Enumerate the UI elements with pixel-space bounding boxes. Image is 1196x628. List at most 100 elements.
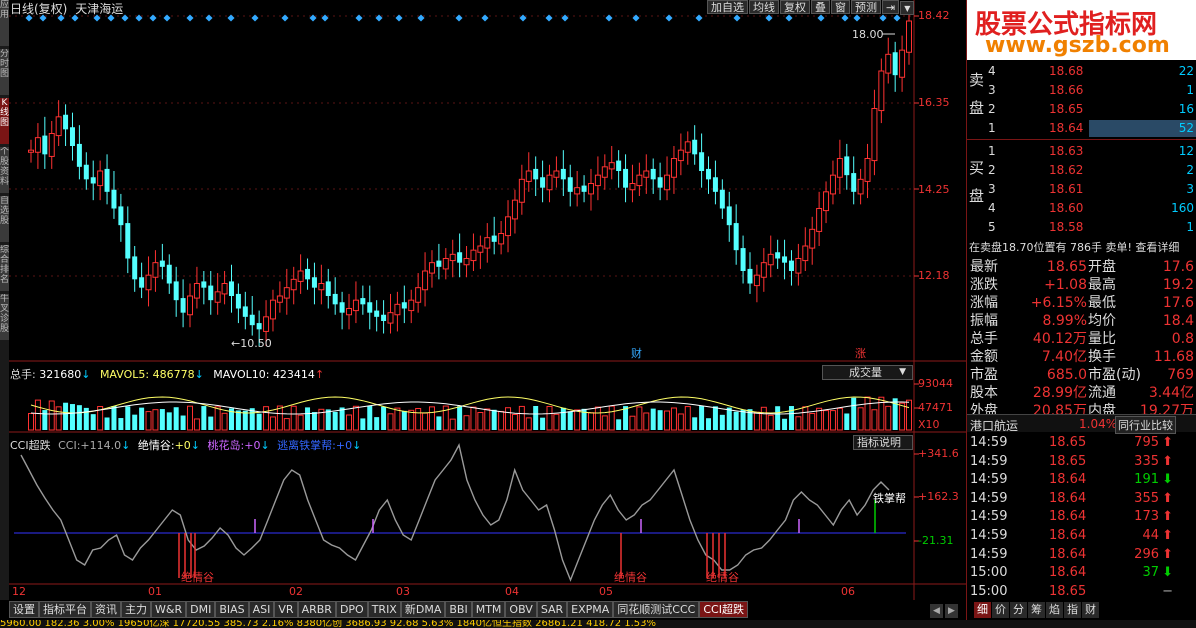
indicator-tab[interactable]: 新DMA [400, 601, 446, 618]
volume-indicator-dropdown[interactable]: 成交量 ▼ [822, 365, 913, 380]
date-label: 02 [289, 585, 303, 598]
stock-name: 天津海运 [75, 2, 124, 16]
indicator-tab[interactable]: OBV [505, 601, 537, 618]
left-tab-5[interactable]: 综合排名 [0, 245, 9, 291]
arrow-up-icon: ⬆ [1162, 490, 1173, 506]
indicator-tab[interactable]: MTM [471, 601, 506, 618]
date-label: 05 [599, 585, 613, 598]
cci-label: CCI: [58, 439, 81, 452]
quote-tab[interactable]: 焰 [1046, 602, 1063, 618]
quote-tab[interactable]: 分 [1010, 602, 1027, 618]
pin-icon[interactable]: ⇥ [882, 0, 900, 14]
toolbar-button-3[interactable]: 叠 [811, 0, 830, 14]
indicator-tab[interactable]: TRIX [367, 601, 401, 618]
level-price[interactable]: 18.58 [1049, 218, 1083, 237]
quote-tab[interactable]: 财 [1082, 602, 1099, 618]
stat-value: 28.99亿 [1032, 385, 1087, 401]
level-price[interactable]: 18.64 [1049, 119, 1083, 138]
level-price[interactable]: 18.63 [1049, 142, 1083, 161]
date-label: 12 [12, 585, 26, 598]
sell-book: 卖盘 4 18.68 22 3 18.66 1 2 18.65 16 1 18.64 52 [967, 62, 1196, 138]
indicator-tab[interactable]: 资讯 [91, 601, 121, 618]
volume-bar [173, 407, 179, 430]
arrow-down-icon: ⬇ [1162, 565, 1173, 581]
left-tab-2[interactable]: K线图 [0, 98, 9, 144]
tick-volume: 191 [1134, 472, 1159, 488]
level-price[interactable]: 18.60 [1049, 199, 1083, 218]
volume-bar [132, 414, 138, 430]
indicator-tab[interactable]: 指标平台 [39, 601, 91, 618]
indicator-tab[interactable]: W&R [151, 601, 187, 618]
finance-marker[interactable]: 财 [631, 346, 642, 360]
indicator-tab[interactable]: 主力 [121, 601, 151, 618]
period-label[interactable]: 日线(复权) [10, 2, 67, 16]
indicator-tab[interactable]: BIAS [215, 601, 249, 618]
indicator-tab[interactable]: DMI [186, 601, 216, 618]
volume-bar [118, 418, 124, 430]
indicator-help-button[interactable]: 指标说明 [853, 435, 913, 450]
indicator-tab[interactable]: VR [274, 601, 298, 618]
rise-marker[interactable]: 涨 [855, 347, 866, 360]
indicator-tab[interactable]: ASI [248, 601, 275, 618]
volume-bar [692, 417, 698, 430]
stat-key: 换手 [1088, 349, 1116, 365]
indicator-tab[interactable]: BBI [445, 601, 472, 618]
volume-bar [352, 405, 359, 431]
level-num: 2 [988, 102, 996, 116]
volume-bar [594, 406, 601, 431]
price-axis-label: 12.18 [918, 269, 950, 282]
level-price[interactable]: 18.61 [1049, 180, 1083, 199]
level-price[interactable]: 18.66 [1049, 81, 1083, 100]
toolbar-button-2[interactable]: 复权 [780, 0, 810, 14]
scroll-right-icon[interactable]: ▶ [945, 604, 958, 618]
cci-value: +114.0 [80, 439, 122, 452]
volume-bar [782, 418, 788, 430]
order-ticker[interactable]: 在卖盘18.70位置有 786手 卖单! 查看详细 [969, 239, 1179, 255]
volume-bar [836, 407, 843, 431]
left-tab-6[interactable]: 牛叉诊股 [0, 294, 9, 340]
toolbar-button-1[interactable]: 均线 [749, 0, 779, 14]
jqg-label: 绝情谷: [137, 439, 175, 452]
level-price[interactable]: 18.62 [1049, 161, 1083, 180]
level-num: 1 [988, 144, 996, 158]
menu-arrow-icon[interactable]: ▼ [900, 1, 915, 15]
buy-level-row: 5 18.58 1 [967, 218, 1196, 237]
stat-key: 最新 [970, 259, 998, 275]
cci-indicator-name: CCI超跌 [10, 439, 51, 452]
tick-price: 18.64 [1049, 490, 1087, 506]
level-price[interactable]: 18.65 [1049, 100, 1083, 119]
indicator-tab[interactable]: 同花顺测试CCC [613, 601, 700, 618]
left-tab-4[interactable]: 自选股 [0, 196, 9, 242]
sector-name[interactable]: 港口航运 [970, 417, 1018, 434]
tick-list: 14:59 18.65 795 ⬆ 14:59 18.65 335 ⬆ 14:59 18.64 19… [967, 434, 1196, 601]
scroll-left-icon[interactable]: ◀ [930, 604, 943, 618]
level-price[interactable]: 18.68 [1049, 62, 1083, 81]
stat-key: 涨幅 [970, 295, 998, 311]
industry-compare-button[interactable]: 同行业比较 [1115, 416, 1176, 434]
stat-row: 金额 7.40亿 换手 11.68 [967, 348, 1196, 366]
indicator-tab[interactable]: DPO [335, 601, 368, 618]
toolbar-button-5[interactable]: 预测 [851, 0, 881, 14]
volume-bar [733, 411, 739, 430]
indicator-tab[interactable]: EXPMA [567, 601, 614, 618]
volume-bar [305, 407, 311, 430]
left-tab-3[interactable]: 个股资料 [0, 147, 9, 193]
level-num: 4 [988, 201, 996, 215]
tick-time: 14:59 [970, 435, 1008, 450]
left-tab-0[interactable]: 应用 [0, 0, 9, 46]
volume-bar [650, 408, 656, 430]
quote-tab[interactable]: 指 [1064, 602, 1081, 618]
quote-tab[interactable]: 价 [992, 602, 1009, 618]
left-tab-1[interactable]: 分时图 [0, 49, 9, 95]
volume-bar [498, 410, 505, 431]
indicator-tab[interactable]: CCI超跌 [699, 601, 748, 618]
quote-tab[interactable]: 细 [974, 602, 991, 618]
indicator-tab[interactable]: 设置 [9, 601, 39, 618]
quote-tab[interactable]: 筹 [1028, 602, 1045, 618]
volume-bar [339, 407, 345, 430]
toolbar-button-0[interactable]: 加自选 [707, 0, 748, 14]
indicator-tab[interactable]: ARBR [297, 601, 336, 618]
indicator-tab[interactable]: SAR [536, 601, 568, 618]
toolbar-button-4[interactable]: 窗 [831, 0, 850, 14]
volume-bar [187, 405, 194, 431]
